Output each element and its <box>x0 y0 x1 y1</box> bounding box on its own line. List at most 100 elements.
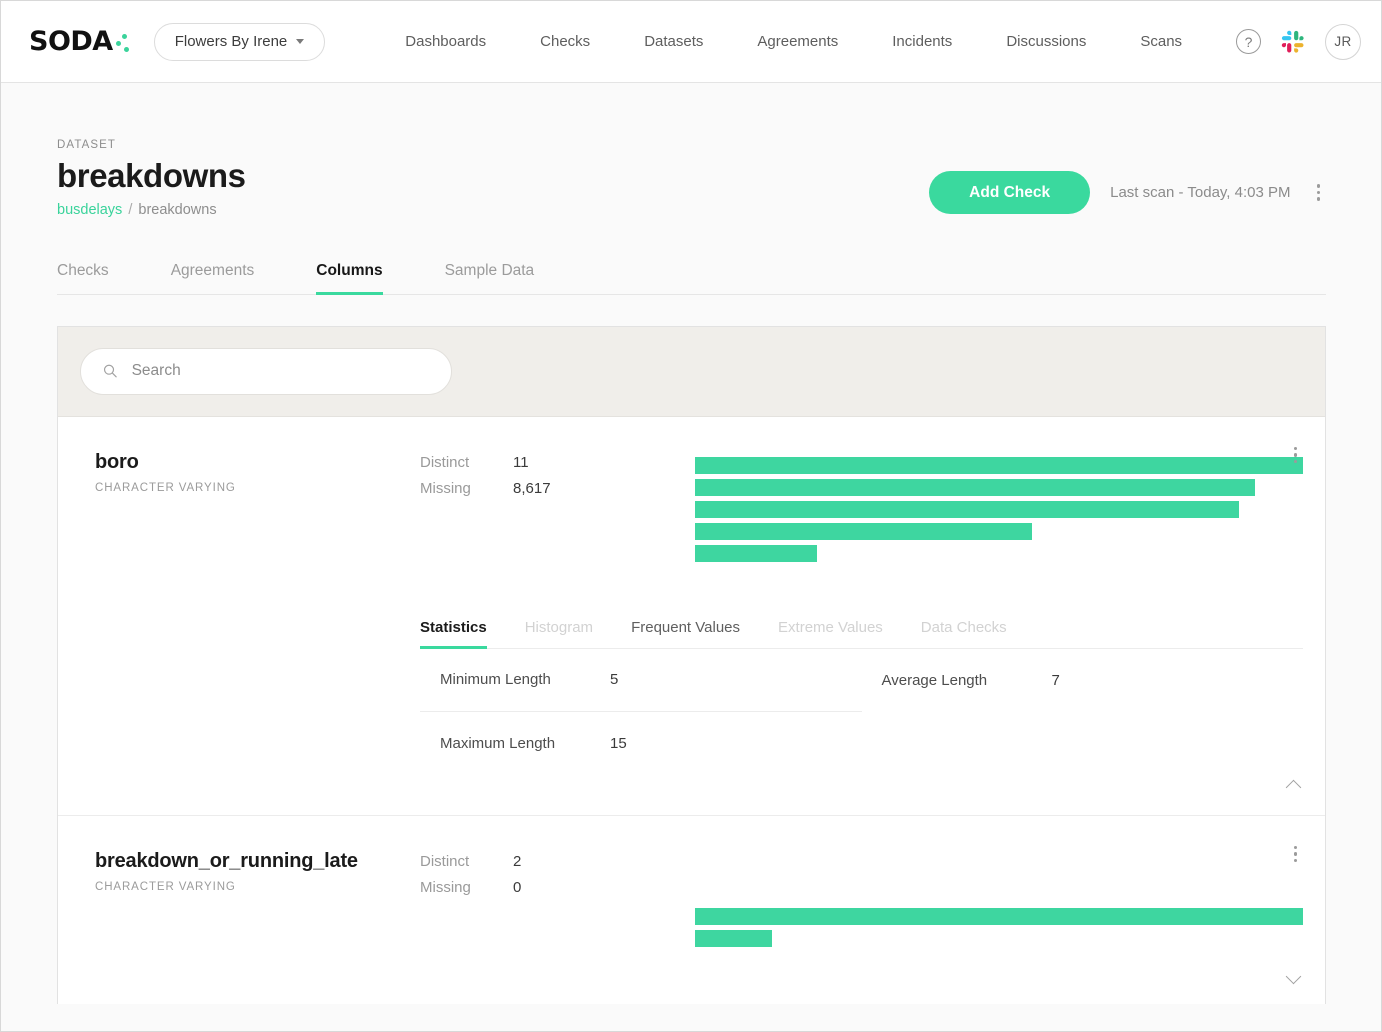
distribution-bar <box>695 479 1255 496</box>
column-collapse-toggle[interactable] <box>1288 782 1299 793</box>
search-input[interactable] <box>132 362 429 380</box>
column-expand-toggle[interactable] <box>1288 971 1299 982</box>
column-name: breakdown_or_running_late <box>95 850 420 873</box>
subtab-frequent-values[interactable]: Frequent Values <box>631 619 740 648</box>
soda-logo[interactable]: SODA <box>29 28 132 55</box>
statistics-grid: Minimum Length 5 Average Length 7 Maximu… <box>420 649 1303 815</box>
count-distinct-label: Distinct <box>420 454 513 471</box>
count-distinct-value: 11 <box>513 454 529 471</box>
page-content: DATASET breakdowns busdelays / breakdown… <box>1 83 1381 1004</box>
column-row-breakdown-or-running-late: breakdown_or_running_late CHARACTER VARY… <box>58 815 1325 1004</box>
count-distinct-label: Distinct <box>420 853 513 870</box>
header-actions: Add Check Last scan - Today, 4:03 PM <box>929 158 1326 214</box>
dataset-tabs: Checks Agreements Columns Sample Data <box>57 262 1326 295</box>
page-title: breakdowns <box>57 158 246 195</box>
subtab-statistics[interactable]: Statistics <box>420 619 487 648</box>
column-overflow-menu-icon[interactable] <box>1288 443 1304 468</box>
stat-minimum-length: Minimum Length 5 <box>420 649 862 712</box>
distribution-bar <box>695 501 1239 518</box>
nav-link-checks[interactable]: Checks <box>513 33 617 50</box>
stat-average-length: Average Length 7 <box>862 649 1304 712</box>
nav-link-agreements[interactable]: Agreements <box>730 33 865 50</box>
nav-links: Dashboards Checks Datasets Agreements In… <box>378 33 1209 50</box>
column-body: Distinct 11 Missing 8,617 Statistics <box>420 451 1303 815</box>
search-box[interactable] <box>80 348 452 395</box>
stat-empty-cell <box>862 712 1304 775</box>
nav-link-scans[interactable]: Scans <box>1113 33 1209 50</box>
stat-average-length-label: Average Length <box>882 672 1052 689</box>
distribution-bar <box>695 930 772 947</box>
page-overflow-menu-icon[interactable] <box>1311 180 1327 205</box>
stat-maximum-length-label: Maximum Length <box>440 735 610 752</box>
subtab-extreme-values[interactable]: Extreme Values <box>778 619 883 648</box>
chevron-down-icon <box>1286 969 1302 985</box>
page-title-row: breakdowns busdelays / breakdowns Add Ch… <box>57 158 1326 218</box>
count-missing-label: Missing <box>420 480 513 497</box>
search-icon <box>103 363 118 379</box>
subtab-histogram[interactable]: Histogram <box>525 619 593 648</box>
column-name: boro <box>95 451 420 474</box>
distribution-bar <box>695 908 1303 925</box>
column-meta: boro CHARACTER VARYING <box>80 451 420 815</box>
avatar[interactable]: JR <box>1325 24 1361 60</box>
column-body: Distinct 2 Missing 0 <box>420 850 1303 952</box>
help-icon[interactable]: ? <box>1236 29 1261 54</box>
column-subtabs: Statistics Histogram Frequent Values Ext… <box>420 619 1303 649</box>
distribution-bar <box>695 457 1303 474</box>
column-row-boro: boro CHARACTER VARYING Distinct 11 Missi… <box>58 417 1325 815</box>
count-distinct: Distinct 11 <box>420 454 625 471</box>
breadcrumb-link-busdelays[interactable]: busdelays <box>57 202 122 218</box>
count-missing: Missing 8,617 <box>420 480 625 497</box>
add-check-button[interactable]: Add Check <box>929 171 1090 214</box>
count-distinct-value: 2 <box>513 853 521 870</box>
subtab-data-checks[interactable]: Data Checks <box>921 619 1007 648</box>
tab-checks[interactable]: Checks <box>57 262 109 294</box>
column-overflow-menu-icon[interactable] <box>1288 842 1304 867</box>
page-eyebrow: DATASET <box>57 139 1326 151</box>
slack-icon[interactable] <box>1281 30 1305 54</box>
count-missing-label: Missing <box>420 879 513 896</box>
last-scan-text: Last scan - Today, 4:03 PM <box>1110 184 1290 201</box>
stat-minimum-length-value: 5 <box>610 671 618 688</box>
org-selector[interactable]: Flowers By Irene <box>154 23 326 61</box>
breadcrumb-current: breakdowns <box>138 202 216 218</box>
column-meta: breakdown_or_running_late CHARACTER VARY… <box>80 850 420 952</box>
column-counts: Distinct 11 Missing 8,617 <box>420 451 625 567</box>
columns-card: boro CHARACTER VARYING Distinct 11 Missi… <box>57 326 1326 1004</box>
nav-link-datasets[interactable]: Datasets <box>617 33 730 50</box>
count-missing-value: 8,617 <box>513 480 551 497</box>
count-distinct: Distinct 2 <box>420 853 625 870</box>
chevron-down-icon <box>296 39 304 44</box>
column-distribution-chart <box>625 850 1303 952</box>
column-type: CHARACTER VARYING <box>95 881 420 893</box>
chevron-up-icon <box>1286 780 1302 796</box>
breadcrumb: busdelays / breakdowns <box>57 202 246 218</box>
columns-card-header <box>58 327 1325 417</box>
nav-right-actions: ? JR <box>1236 24 1361 60</box>
column-distribution-chart <box>625 451 1303 567</box>
distribution-bar <box>695 523 1032 540</box>
breadcrumb-separator: / <box>126 202 134 218</box>
nav-link-discussions[interactable]: Discussions <box>979 33 1113 50</box>
count-missing: Missing 0 <box>420 879 625 896</box>
distribution-bar <box>695 545 817 562</box>
stat-minimum-length-label: Minimum Length <box>440 671 610 688</box>
column-summary: Distinct 11 Missing 8,617 <box>420 451 1303 567</box>
app-window: SODA Flowers By Irene Dashboards Checks … <box>0 0 1382 1032</box>
org-selector-label: Flowers By Irene <box>175 33 288 50</box>
top-navigation-bar: SODA Flowers By Irene Dashboards Checks … <box>1 1 1381 83</box>
column-summary: Distinct 2 Missing 0 <box>420 850 1303 952</box>
logo-dots-icon <box>116 33 132 55</box>
tab-columns[interactable]: Columns <box>316 262 382 294</box>
stat-average-length-value: 7 <box>1052 672 1060 689</box>
nav-link-incidents[interactable]: Incidents <box>865 33 979 50</box>
stat-maximum-length-value: 15 <box>610 735 627 752</box>
tab-agreements[interactable]: Agreements <box>171 262 255 294</box>
column-counts: Distinct 2 Missing 0 <box>420 850 625 952</box>
logo-text: SODA <box>29 28 113 55</box>
count-missing-value: 0 <box>513 879 521 896</box>
stat-maximum-length: Maximum Length 15 <box>420 712 862 775</box>
nav-link-dashboards[interactable]: Dashboards <box>378 33 513 50</box>
tab-sample-data[interactable]: Sample Data <box>445 262 535 294</box>
column-type: CHARACTER VARYING <box>95 482 420 494</box>
